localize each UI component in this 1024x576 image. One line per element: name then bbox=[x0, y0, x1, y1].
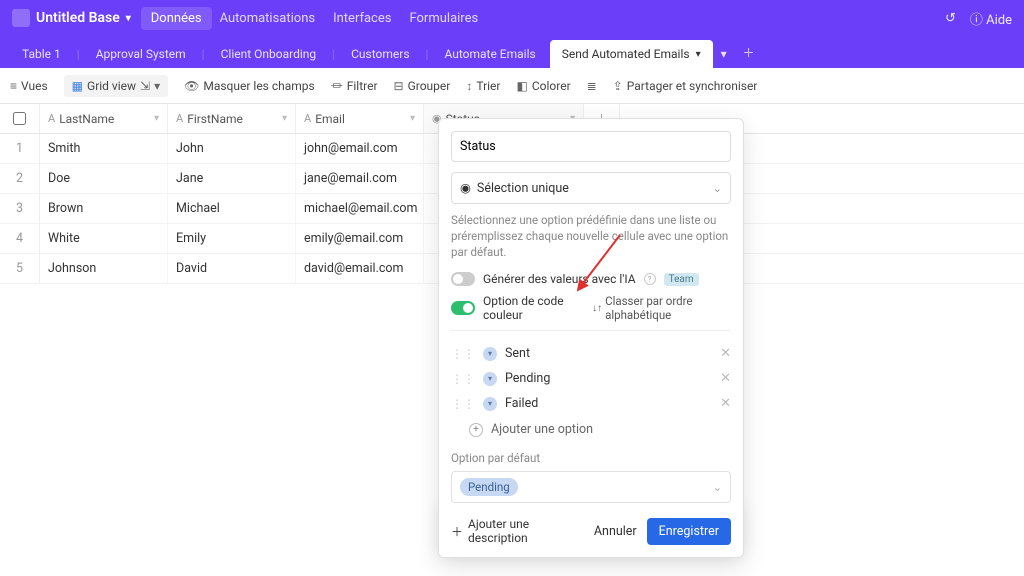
column-firstname[interactable]: AFirstName▾ bbox=[168, 104, 296, 133]
remove-option-button[interactable]: ✕ bbox=[720, 346, 731, 361]
cell-firstname[interactable]: John bbox=[168, 134, 296, 163]
tab-chevron[interactable]: ▾ bbox=[715, 40, 733, 68]
default-option-select[interactable]: Pending ⌄ bbox=[451, 471, 731, 503]
drag-handle-icon[interactable]: ⋮⋮ bbox=[451, 397, 475, 411]
tab-table1[interactable]: Table 1 bbox=[10, 40, 73, 68]
nav-automations[interactable]: Automatisations bbox=[220, 11, 316, 26]
column-email[interactable]: AEmail▾ bbox=[296, 104, 424, 133]
row-number: 5 bbox=[0, 254, 40, 283]
cell-email[interactable]: michael@email.com bbox=[296, 194, 424, 223]
add-table-button[interactable]: ＋ bbox=[735, 37, 763, 68]
remove-option-button[interactable]: ✕ bbox=[720, 371, 731, 386]
cell-email[interactable]: david@email.com bbox=[296, 254, 424, 283]
add-description-button[interactable]: ＋Ajouter une description bbox=[451, 517, 584, 545]
color-code-toggle[interactable] bbox=[451, 301, 475, 315]
cell-firstname[interactable]: David bbox=[168, 254, 296, 283]
row-height-button[interactable]: ≣ bbox=[587, 79, 597, 93]
tab-approval[interactable]: Approval System bbox=[84, 40, 198, 68]
info-icon[interactable]: ? bbox=[644, 273, 656, 285]
row-number: 1 bbox=[0, 134, 40, 163]
view-toolbar: ≡Vues ▦Grid view⇲▾ 👁Masquer les champs ⏛… bbox=[0, 68, 1024, 104]
cell-lastname[interactable]: Brown bbox=[40, 194, 168, 223]
header-nav: Données Automatisations Interfaces Formu… bbox=[151, 11, 478, 26]
add-option-button[interactable]: + Ajouter une option bbox=[451, 416, 731, 437]
tab-send-automated-emails[interactable]: Send Automated Emails▾ bbox=[550, 40, 713, 68]
sort-alpha-button[interactable]: ↓↑Classer par ordre alphabétique bbox=[592, 294, 731, 322]
option-sent: ⋮⋮ ▾ Sent ✕ bbox=[451, 341, 731, 366]
team-badge: Team bbox=[664, 273, 699, 286]
option-color-swatch[interactable]: ▾ bbox=[483, 397, 497, 411]
group-button[interactable]: ⊟Grouper bbox=[394, 79, 451, 93]
field-name-input[interactable] bbox=[451, 131, 731, 162]
cancel-button[interactable]: Annuler bbox=[594, 524, 637, 539]
grid-view-selector[interactable]: ▦Grid view⇲▾ bbox=[64, 75, 168, 97]
base-icon bbox=[12, 9, 30, 27]
cell-firstname[interactable]: Michael bbox=[168, 194, 296, 223]
cell-firstname[interactable]: Emily bbox=[168, 224, 296, 253]
plus-icon: + bbox=[469, 423, 483, 437]
chevron-down-icon: ⌄ bbox=[713, 182, 722, 195]
field-type-select[interactable]: ◉ Sélection unique ⌄ bbox=[451, 172, 731, 204]
nav-forms[interactable]: Formulaires bbox=[409, 11, 478, 26]
option-color-swatch[interactable]: ▾ bbox=[483, 347, 497, 361]
nav-interfaces[interactable]: Interfaces bbox=[333, 11, 391, 26]
save-button[interactable]: Enregistrer bbox=[647, 518, 731, 545]
tab-customers[interactable]: Customers bbox=[339, 40, 421, 68]
color-button[interactable]: ◧Colorer bbox=[516, 79, 570, 93]
app-header: Untitled Base ▾ Données Automatisations … bbox=[0, 0, 1024, 36]
cell-firstname[interactable]: Jane bbox=[168, 164, 296, 193]
cell-email[interactable]: john@email.com bbox=[296, 134, 424, 163]
chevron-down-icon: ⌄ bbox=[713, 481, 722, 494]
cell-lastname[interactable]: White bbox=[40, 224, 168, 253]
row-number: 3 bbox=[0, 194, 40, 223]
cell-email[interactable]: jane@email.com bbox=[296, 164, 424, 193]
cell-email[interactable]: emily@email.com bbox=[296, 224, 424, 253]
row-number: 4 bbox=[0, 224, 40, 253]
column-lastname[interactable]: ALastName▾ bbox=[40, 104, 168, 133]
row-number: 2 bbox=[0, 164, 40, 193]
tabs-bar: Table 1 | Approval System | Client Onboa… bbox=[0, 36, 1024, 68]
option-pending: ⋮⋮ ▾ Pending ✕ bbox=[451, 366, 731, 391]
sort-button[interactable]: ↕Trier bbox=[466, 79, 500, 93]
base-title[interactable]: Untitled Base ▾ bbox=[12, 9, 131, 27]
option-color-swatch[interactable]: ▾ bbox=[483, 372, 497, 386]
option-failed: ⋮⋮ ▾ Failed ✕ bbox=[451, 391, 731, 416]
tab-onboarding[interactable]: Client Onboarding bbox=[209, 40, 329, 68]
drag-handle-icon[interactable]: ⋮⋮ bbox=[451, 347, 475, 361]
select-all-checkbox[interactable] bbox=[0, 104, 40, 133]
nav-data[interactable]: Données bbox=[141, 7, 212, 30]
chevron-down-icon: ▾ bbox=[696, 49, 701, 60]
drag-handle-icon[interactable]: ⋮⋮ bbox=[451, 372, 475, 386]
filter-button[interactable]: ⏛Filtrer bbox=[331, 77, 378, 94]
remove-option-button[interactable]: ✕ bbox=[720, 396, 731, 411]
cell-lastname[interactable]: Smith bbox=[40, 134, 168, 163]
default-option-label: Option par défaut bbox=[451, 451, 731, 465]
tab-automate-emails[interactable]: Automate Emails bbox=[432, 40, 547, 68]
cell-lastname[interactable]: Johnson bbox=[40, 254, 168, 283]
single-select-icon: ◉ bbox=[460, 180, 471, 196]
history-icon[interactable]: ↺ bbox=[945, 11, 956, 26]
share-sync-button[interactable]: ⇪Partager et synchroniser bbox=[613, 79, 758, 93]
help-button[interactable]: ⓘ Aide bbox=[970, 9, 1012, 28]
chevron-down-icon[interactable]: ▾ bbox=[126, 13, 131, 24]
ai-values-toggle[interactable] bbox=[451, 272, 475, 286]
cell-lastname[interactable]: Doe bbox=[40, 164, 168, 193]
field-type-description: Sélectionnez une option prédéfinie dans … bbox=[451, 212, 731, 260]
views-menu[interactable]: ≡Vues bbox=[10, 79, 48, 93]
hide-fields-button[interactable]: 👁Masquer les champs bbox=[184, 79, 315, 93]
field-config-panel: ◉ Sélection unique ⌄ Sélectionnez une op… bbox=[438, 118, 744, 558]
base-name: Untitled Base bbox=[36, 10, 120, 26]
